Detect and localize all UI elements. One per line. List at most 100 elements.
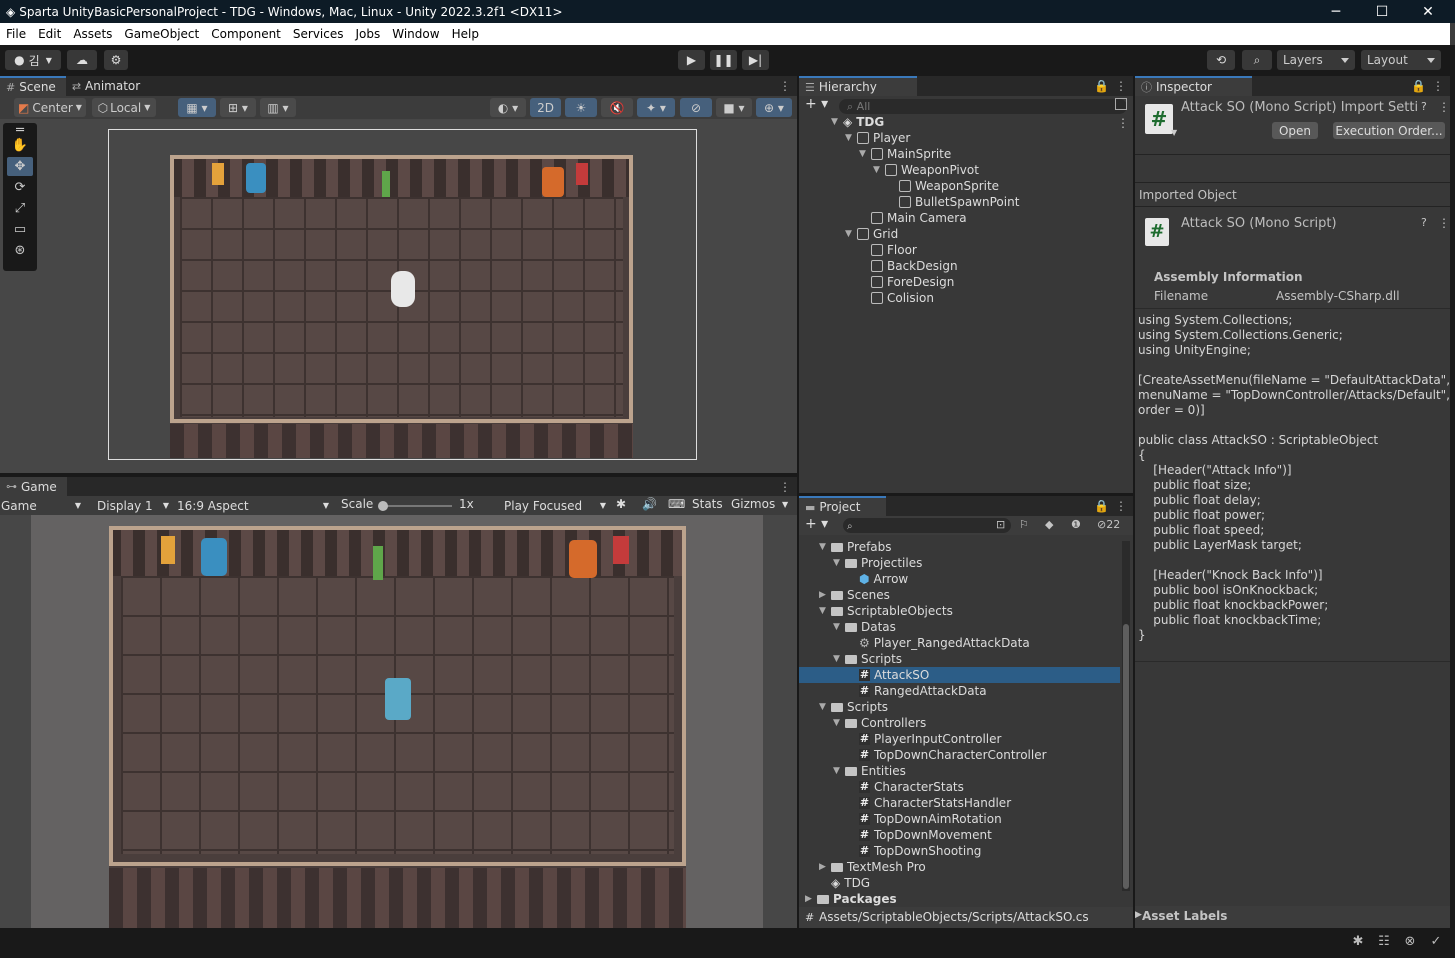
camera-icon[interactable]: ■ ▾ bbox=[716, 98, 752, 117]
hierarchy-item[interactable]: Floor bbox=[859, 242, 917, 258]
add-button[interactable]: + ▾ bbox=[805, 516, 833, 534]
chevron-right-icon[interactable]: ▶ bbox=[805, 894, 817, 904]
play-button[interactable]: ▶ bbox=[678, 50, 705, 70]
maximize-button[interactable]: ☐ bbox=[1359, 0, 1405, 23]
pivot-dropdown[interactable]: ◩ Center ▼ bbox=[14, 98, 86, 117]
lighting-icon[interactable]: ☀ bbox=[565, 98, 597, 117]
cache-icon[interactable]: ⊗ bbox=[1402, 934, 1418, 950]
step-button[interactable]: ▶| bbox=[742, 50, 769, 70]
audio-icon[interactable]: 🔇 bbox=[601, 98, 633, 117]
audio-icon[interactable]: 🔊 bbox=[642, 497, 657, 511]
search-icon[interactable]: ⌕ bbox=[1242, 50, 1272, 70]
chevron-down-icon[interactable]: ▼ bbox=[845, 229, 857, 239]
account-dropdown[interactable]: ● 김 ▼ bbox=[5, 50, 61, 70]
keyboard-icon[interactable]: ⌨ bbox=[668, 497, 685, 511]
project-item[interactable]: # AttackSO bbox=[847, 667, 929, 683]
space-dropdown[interactable]: ⬡ Local ▼ bbox=[92, 98, 156, 117]
project-item[interactable]: ▶ TextMesh Pro bbox=[819, 859, 926, 875]
gizmos-icon[interactable]: ⊕ ▾ bbox=[756, 98, 792, 117]
chevron-down-icon[interactable]: ▼ bbox=[819, 606, 831, 616]
ruler-toggle[interactable]: ▥ ▾ bbox=[260, 98, 296, 117]
type-filter-icon[interactable]: ⚐ bbox=[1019, 518, 1029, 531]
project-item[interactable]: # PlayerInputController bbox=[847, 731, 1001, 747]
scene-menu-icon[interactable]: ⋮ bbox=[1117, 116, 1129, 130]
project-search-input[interactable]: ⌕ bbox=[843, 518, 1011, 533]
project-item[interactable]: ▶ Scenes bbox=[819, 587, 890, 603]
project-item[interactable]: # TopDownAimRotation bbox=[847, 811, 1002, 827]
chevron-down-icon[interactable]: ▼ bbox=[833, 766, 845, 776]
chevron-down-icon[interactable]: ▼ bbox=[873, 165, 885, 175]
visibility-icon[interactable]: ⊘ bbox=[680, 98, 712, 117]
display-dropdown[interactable]: Display 1 ▼ bbox=[97, 496, 169, 515]
project-item[interactable]: # TopDownShooting bbox=[847, 843, 981, 859]
menu-gameobject[interactable]: GameObject bbox=[118, 27, 205, 41]
gizmos-dropdown[interactable]: Gizmos bbox=[731, 497, 775, 511]
minimize-button[interactable]: ─ bbox=[1313, 0, 1359, 23]
hierarchy-item[interactable]: Main Camera bbox=[859, 210, 967, 226]
lock-icon[interactable]: 🔒 bbox=[1411, 79, 1426, 93]
chevron-down-icon[interactable]: ▼ bbox=[1171, 128, 1177, 137]
tab-scene[interactable]: # Scene bbox=[0, 76, 66, 96]
effects-icon[interactable]: ✦ ▾ bbox=[637, 98, 675, 117]
inspector-menu-icon[interactable]: ⋮ bbox=[1432, 79, 1444, 93]
project-item[interactable]: ⬢ Arrow bbox=[847, 571, 908, 587]
project-scrollbar-thumb[interactable] bbox=[1123, 624, 1129, 889]
hierarchy-item[interactable]: ▼ ◈ TDG bbox=[831, 114, 884, 130]
project-item[interactable]: # RangedAttackData bbox=[847, 683, 987, 699]
project-item[interactable]: ⚙ Player_RangedAttackData bbox=[847, 635, 1030, 651]
lock-icon[interactable]: 🔒 bbox=[1094, 79, 1109, 93]
grid-toggle[interactable]: ▦ ▾ bbox=[178, 98, 216, 117]
project-item[interactable]: ▼ Scripts bbox=[819, 699, 888, 715]
chevron-down-icon[interactable]: ▼ bbox=[833, 718, 845, 728]
close-button[interactable]: ✕ bbox=[1405, 0, 1451, 23]
help-icon[interactable]: ? bbox=[1421, 216, 1427, 229]
tab-game[interactable]: ⊶ Game bbox=[0, 477, 67, 496]
tab-inspector[interactable]: ⓘ Inspector bbox=[1135, 76, 1252, 96]
project-item[interactable]: # TopDownMovement bbox=[847, 827, 992, 843]
hierarchy-search-input[interactable]: ⌕ All bbox=[839, 99, 1127, 114]
layers-dropdown[interactable]: Layers bbox=[1277, 50, 1355, 70]
move-tool-icon[interactable]: ✥ bbox=[7, 157, 33, 176]
project-item[interactable]: ▼ Entities bbox=[833, 763, 906, 779]
hierarchy-item[interactable]: ▼ WeaponPivot bbox=[873, 162, 979, 178]
chevron-down-icon[interactable]: ▼ bbox=[859, 149, 871, 159]
chevron-down-icon[interactable]: ▼ bbox=[831, 117, 843, 127]
chevron-right-icon[interactable]: ▶ bbox=[819, 862, 831, 872]
menu-assets[interactable]: Assets bbox=[67, 27, 118, 41]
hidden-packages-icon[interactable]: ⊘22 bbox=[1097, 518, 1120, 531]
open-button[interactable]: Open bbox=[1272, 122, 1318, 139]
tab-project[interactable]: ▬ Project bbox=[799, 496, 887, 516]
menu-file[interactable]: File bbox=[0, 27, 32, 41]
game-mode-dropdown[interactable]: Game ▼ bbox=[1, 496, 83, 515]
hierarchy-item[interactable]: ▼ MainSprite bbox=[859, 146, 951, 162]
project-item[interactable]: ▼ Datas bbox=[833, 619, 896, 635]
hierarchy-item[interactable]: Colision bbox=[859, 290, 934, 306]
settings-menu-icon[interactable]: ⋮ bbox=[1438, 216, 1450, 230]
menu-component[interactable]: Component bbox=[205, 27, 287, 41]
tab-hierarchy[interactable]: ☰ Hierarchy bbox=[799, 76, 917, 96]
execution-order-button[interactable]: Execution Order... bbox=[1333, 122, 1445, 139]
hierarchy-item[interactable]: WeaponSprite bbox=[887, 178, 999, 194]
check-icon[interactable]: ✓ bbox=[1428, 934, 1444, 950]
bug-icon[interactable]: ✱ bbox=[1350, 934, 1366, 950]
help-icon[interactable]: ? bbox=[1421, 100, 1427, 113]
chevron-down-icon[interactable]: ▼ bbox=[833, 558, 845, 568]
menu-help[interactable]: Help bbox=[446, 27, 485, 41]
lock-icon[interactable]: 🔒 bbox=[1094, 499, 1109, 513]
project-item[interactable]: ▶ Packages bbox=[805, 891, 897, 907]
game-viewport[interactable] bbox=[0, 515, 797, 928]
chevron-down-icon[interactable]: ▼ bbox=[845, 133, 857, 143]
snap-toggle[interactable]: ⊞ ▾ bbox=[220, 98, 256, 117]
play-focused-dropdown[interactable]: Play Focused ▼ bbox=[504, 496, 606, 515]
collab-icon[interactable]: ⚙ bbox=[104, 50, 128, 70]
draw-mode-dropdown[interactable]: ◐ ▾ bbox=[490, 98, 526, 117]
menu-window[interactable]: Window bbox=[386, 27, 445, 41]
tab-animator[interactable]: ⇄ Animator bbox=[66, 76, 150, 96]
project-item[interactable]: ▼ Projectiles bbox=[833, 555, 922, 571]
transform-tool-icon[interactable]: ⊛ bbox=[7, 241, 33, 260]
rect-tool-icon[interactable]: ▭ bbox=[7, 220, 33, 239]
project-item[interactable]: ▼ Controllers bbox=[833, 715, 926, 731]
menu-jobs[interactable]: Jobs bbox=[350, 27, 387, 41]
project-item[interactable]: # CharacterStatsHandler bbox=[847, 795, 1011, 811]
project-item[interactable]: ▼ Scripts bbox=[833, 651, 902, 667]
